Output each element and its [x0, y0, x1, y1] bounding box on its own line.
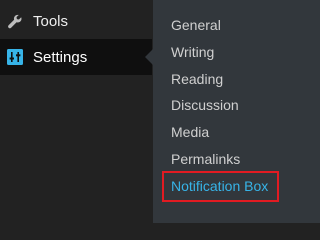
sidebar-item-tools[interactable]: Tools	[0, 3, 152, 40]
sidebar-item-label: Tools	[33, 13, 69, 30]
submenu-item-notification-box[interactable]: Notification Box	[171, 178, 268, 194]
wrench-icon	[5, 12, 25, 32]
submenu-item-writing[interactable]: Writing	[171, 44, 214, 60]
submenu-item-reading[interactable]: Reading	[171, 71, 223, 87]
submenu-item-general[interactable]: General	[171, 17, 221, 33]
submenu-item-discussion[interactable]: Discussion	[171, 97, 239, 113]
admin-menu: Tools Settings General Writing Reading D…	[0, 0, 320, 223]
settings-submenu: General Writing Reading Discussion Media…	[153, 0, 320, 223]
sidebar-item-label: Settings	[33, 48, 88, 66]
submenu-pointer	[145, 49, 153, 65]
sidebar-item-settings[interactable]: Settings	[0, 39, 152, 75]
sliders-icon	[5, 47, 25, 67]
submenu-item-media[interactable]: Media	[171, 124, 209, 140]
submenu-item-permalinks[interactable]: Permalinks	[171, 151, 240, 167]
